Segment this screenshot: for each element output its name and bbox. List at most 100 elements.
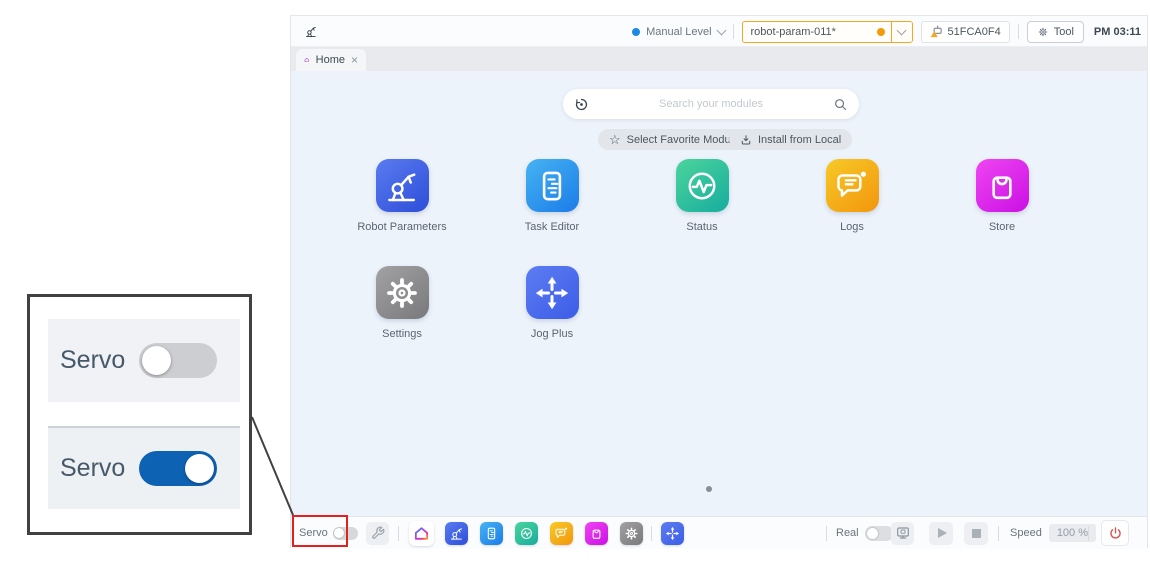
- clock: PM 03:11: [1094, 26, 1141, 38]
- servo-off-example: Servo: [48, 319, 240, 402]
- module-logs[interactable]: Logs: [792, 159, 912, 233]
- robot-id-box[interactable]: 51FCA0F4: [921, 21, 1010, 43]
- warning-robot-icon: [930, 25, 943, 38]
- module-label: Logs: [792, 221, 912, 233]
- divider: [1018, 24, 1019, 39]
- param-file-name: robot-param-011*: [743, 26, 877, 38]
- status-bar: Servo: [291, 516, 1147, 549]
- play-button[interactable]: [929, 522, 953, 545]
- app-window: Manual Level robot-param-011* 51FCA0F4 T…: [290, 15, 1148, 548]
- robot-parameters-tile[interactable]: [376, 159, 429, 212]
- module-label: Status: [642, 221, 762, 233]
- dock-store-button[interactable]: [585, 522, 608, 545]
- install-from-local-button[interactable]: Install from Local: [729, 129, 852, 150]
- home-icon: [304, 54, 310, 66]
- stop-button[interactable]: [964, 522, 988, 545]
- search-icon[interactable]: [833, 97, 848, 112]
- robot-id: 51FCA0F4: [948, 26, 1001, 38]
- mode-label: Manual Level: [646, 26, 711, 38]
- move-arrows-icon: [531, 272, 573, 314]
- settings-tile[interactable]: [376, 266, 429, 319]
- module-search-bar: [563, 89, 859, 119]
- simulator-icon: [895, 525, 911, 541]
- task-document-icon: [531, 165, 573, 207]
- gear-icon: [381, 272, 423, 314]
- move-arrows-icon: [664, 525, 681, 542]
- tool-settings-button[interactable]: [366, 522, 389, 545]
- mode-selector[interactable]: Manual Level: [632, 26, 724, 38]
- divider: [651, 526, 652, 541]
- divider: [826, 526, 827, 541]
- module-store[interactable]: Store: [942, 159, 1062, 233]
- history-icon[interactable]: [574, 97, 589, 112]
- unsaved-status-dot: [877, 28, 885, 36]
- shopping-bag-icon: [981, 165, 1023, 207]
- power-icon: [1108, 526, 1123, 541]
- top-bar: Manual Level robot-param-011* 51FCA0F4 T…: [291, 16, 1147, 47]
- star-icon: ☆: [609, 133, 621, 146]
- robot-arm-icon: [381, 165, 423, 207]
- chat-bubble-icon: [553, 525, 570, 542]
- wrench-icon: [371, 526, 385, 540]
- dock-settings-button[interactable]: [620, 522, 643, 545]
- chevron-down-icon: [716, 25, 726, 35]
- speed-label: Speed: [1010, 527, 1042, 539]
- dock-jog-plus-button[interactable]: [661, 522, 684, 545]
- module-status[interactable]: Status: [642, 159, 762, 233]
- servo-toggle-on[interactable]: [139, 451, 217, 486]
- servo-toggle-off[interactable]: [139, 343, 217, 378]
- dock-robot-parameters-button[interactable]: [445, 522, 468, 545]
- gear-icon: [1037, 26, 1049, 38]
- stop-icon: [972, 529, 981, 538]
- module-label: Store: [942, 221, 1062, 233]
- task-editor-tile[interactable]: [526, 159, 579, 212]
- servo-on-example: Servo: [48, 426, 240, 509]
- page-indicator-dot[interactable]: [706, 486, 712, 492]
- param-file-dropdown[interactable]: robot-param-011*: [742, 21, 913, 43]
- select-favorite-module-button[interactable]: ☆ Select Favorite Module: [598, 129, 750, 150]
- dock-home-button[interactable]: [409, 521, 434, 546]
- module-label: Task Editor: [492, 221, 612, 233]
- tool-button-label: Tool: [1054, 26, 1074, 38]
- jog-plus-tile[interactable]: [526, 266, 579, 319]
- dock-status-button[interactable]: [515, 522, 538, 545]
- module-label: Robot Parameters: [342, 221, 462, 233]
- servo-label: Servo: [299, 527, 328, 539]
- mode-status-dot: [632, 28, 640, 36]
- chat-bubble-icon: [831, 165, 873, 207]
- tool-button[interactable]: Tool: [1027, 21, 1084, 43]
- module-label: Jog Plus: [492, 328, 612, 340]
- app-logo-robot-icon: [303, 24, 319, 39]
- logs-tile[interactable]: [826, 159, 879, 212]
- home-icon: [413, 525, 430, 542]
- status-tile[interactable]: [676, 159, 729, 212]
- store-tile[interactable]: [976, 159, 1029, 212]
- dock-logs-button[interactable]: [550, 522, 573, 545]
- servo-label: Servo: [60, 454, 125, 483]
- tab-close-icon[interactable]: ×: [351, 54, 358, 66]
- robot-arm-icon: [448, 525, 465, 542]
- simulator-button[interactable]: [891, 522, 914, 545]
- power-button[interactable]: [1101, 520, 1129, 546]
- servo-toggle[interactable]: [333, 527, 358, 540]
- real-toggle[interactable]: [865, 526, 894, 541]
- module-robot-parameters[interactable]: Robot Parameters: [342, 159, 462, 233]
- module-jog-plus[interactable]: Jog Plus: [492, 266, 612, 340]
- favorite-button-label: Select Favorite Module: [627, 134, 740, 146]
- param-dropdown-button[interactable]: [891, 22, 912, 42]
- gear-icon: [623, 525, 640, 542]
- page: Manual Level robot-param-011* 51FCA0F4 T…: [0, 0, 1150, 562]
- module-label: Settings: [342, 328, 462, 340]
- pulse-circle-icon: [681, 165, 723, 207]
- module-settings[interactable]: Settings: [342, 266, 462, 340]
- tab-home-label: Home: [316, 54, 345, 66]
- divider: [398, 526, 399, 541]
- download-icon: [740, 134, 752, 146]
- search-input[interactable]: [589, 97, 833, 111]
- dock-task-editor-button[interactable]: [480, 522, 503, 545]
- tab-home[interactable]: Home ×: [296, 49, 366, 71]
- play-icon: [938, 528, 947, 538]
- task-document-icon: [483, 525, 500, 542]
- module-task-editor[interactable]: Task Editor: [492, 159, 612, 233]
- shopping-bag-icon: [588, 525, 605, 542]
